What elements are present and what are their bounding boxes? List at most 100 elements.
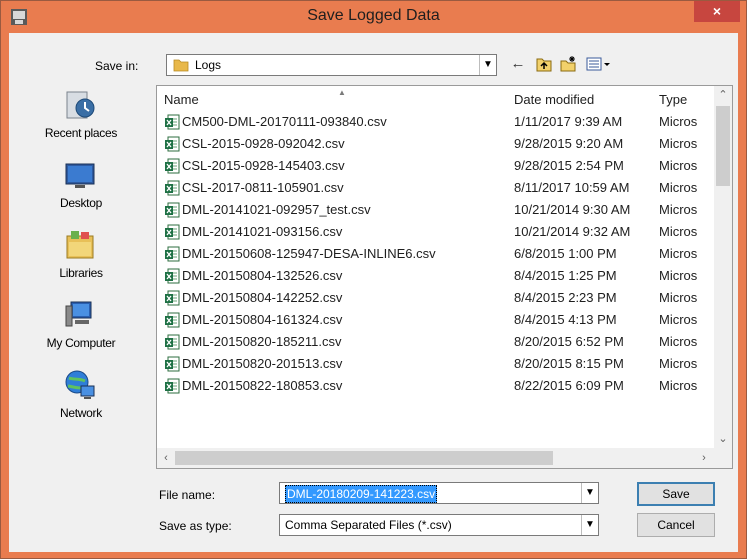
back-arrow-icon[interactable]: ← [509,55,527,73]
file-name-cell: DML-20150608-125947-DESA-INLINE6.csv [182,246,436,261]
chevron-down-icon[interactable]: ▼ [581,515,598,535]
excel-file-icon [164,268,180,284]
file-date-cell: 9/28/2015 9:20 AM [514,136,624,151]
file-date-cell: 8/4/2015 1:25 PM [514,268,617,283]
excel-file-icon [164,158,180,174]
file-row[interactable]: CSL-2015-0928-092042.csv 9/28/2015 9:20 A… [157,133,713,155]
file-list[interactable]: Name ▲ Date modified Type CM500-DML-2017… [156,85,733,469]
excel-file-icon [164,224,180,240]
save-dialog-window: Save Logged Data × Save in: Logs ▼ ← Rec… [0,0,747,559]
file-row[interactable]: CSL-2015-0928-145403.csv 9/28/2015 2:54 P… [157,155,713,177]
new-folder-icon[interactable] [559,55,577,73]
save-in-label: Save in: [95,59,139,73]
excel-file-icon [164,290,180,306]
file-name-value[interactable]: DML-20180209-141223.csv [285,485,438,503]
file-name-cell: CSL-2017-0811-105901.csv [182,180,344,195]
dialog-title: Save Logged Data [307,7,440,24]
file-date-cell: 8/20/2015 8:15 PM [514,356,624,371]
excel-file-icon [164,136,180,152]
save-as-type-value: Comma Separated Files (*.csv) [285,518,452,532]
save-button[interactable]: Save [637,482,715,506]
file-name-cell: CM500-DML-20170111-093840.csv [182,114,387,129]
save-in-value: Logs [195,58,222,72]
close-button[interactable]: × [694,1,740,22]
file-row[interactable]: DML-20141021-093156.csv 10/21/2014 9:32 A… [157,221,713,243]
column-header-name[interactable]: Name [164,92,199,107]
place-network[interactable]: Network [11,366,151,434]
file-name-cell: DML-20141021-092957_test.csv [182,202,371,217]
scroll-down-icon[interactable]: ⌄ [714,430,732,448]
file-row[interactable]: DML-20150804-132526.csv 8/4/2015 1:25 PM M… [157,265,713,287]
folder-icon [173,59,189,72]
cancel-button[interactable]: Cancel [637,513,715,537]
file-date-cell: 8/4/2015 2:23 PM [514,290,617,305]
file-date-cell: 8/22/2015 6:09 PM [514,378,624,393]
sort-arrow-icon: ▲ [338,88,346,97]
place-desktop[interactable]: Desktop [11,156,151,224]
file-type-cell: Micros [659,180,698,195]
file-row[interactable]: DML-20150804-142252.csv 8/4/2015 2:23 PM M… [157,287,713,309]
file-row[interactable]: DML-20150820-185211.csv 8/20/2015 6:52 PM… [157,331,713,353]
file-row[interactable]: CSL-2017-0811-105901.csv 8/11/2017 10:59 … [157,177,713,199]
vertical-scrollbar[interactable]: ⌃ ⌄ [714,86,732,448]
file-date-cell: 8/11/2017 10:59 AM [514,180,630,195]
desktop-icon [65,163,95,188]
file-row[interactable]: DML-20150820-201513.csv 8/20/2015 8:15 PM… [157,353,713,375]
horizontal-scrollbar[interactable]: ‹ › [157,448,732,468]
file-type-cell: Micros [659,136,698,151]
file-row[interactable]: DML-20141021-092957_test.csv 10/21/2014 9… [157,199,713,221]
file-type-cell: Micros [659,224,698,239]
file-name-cell: DML-20150820-185211.csv [182,334,342,349]
view-menu-icon[interactable] [586,55,612,73]
file-row[interactable]: CM500-DML-20170111-093840.csv 1/11/2017 9… [157,111,713,133]
place-libraries[interactable]: Libraries [11,226,151,294]
file-row[interactable]: DML-20150822-180853.csv 8/22/2015 6:09 PM… [157,375,713,397]
scroll-right-icon[interactable]: › [695,449,713,467]
up-folder-icon[interactable] [535,55,553,73]
file-type-cell: Micros [659,246,698,261]
scroll-left-icon[interactable]: ‹ [157,449,175,467]
file-name-input[interactable]: DML-20180209-141223.csv ▼ [279,482,599,504]
file-type-cell: Micros [659,202,698,217]
column-header-type[interactable]: Type [659,92,687,107]
dialog-client-area: Save in: Logs ▼ ← Recent places Desktop … [9,33,738,552]
places-bar: Recent places Desktop Libraries My Compu… [11,86,151,444]
place-my-computer[interactable]: My Computer [11,296,151,364]
place-label: Desktop [60,196,102,210]
save-as-type-label: Save as type: [159,519,232,533]
file-date-cell: 9/28/2015 2:54 PM [514,158,624,173]
excel-file-icon [164,312,180,328]
file-name-cell: DML-20150804-132526.csv [182,268,343,283]
file-type-cell: Micros [659,290,698,305]
save-in-dropdown[interactable]: Logs ▼ [166,54,497,76]
frame-right [738,33,746,558]
chevron-down-icon[interactable]: ▼ [479,55,496,75]
file-type-cell: Micros [659,268,698,283]
place-label: Network [60,406,102,420]
place-label: Libraries [59,266,103,280]
file-row[interactable]: DML-20150608-125947-DESA-INLINE6.csv 6/8/… [157,243,713,265]
save-as-type-dropdown[interactable]: Comma Separated Files (*.csv) ▼ [279,514,599,536]
chevron-down-icon[interactable]: ▼ [581,483,598,503]
file-date-cell: 8/20/2015 6:52 PM [514,334,624,349]
file-type-cell: Micros [659,356,698,371]
place-recent-places[interactable]: Recent places [11,86,151,154]
horizontal-scroll-thumb[interactable] [175,451,553,465]
excel-file-icon [164,378,180,394]
scroll-up-icon[interactable]: ⌃ [714,86,732,104]
vertical-scroll-thumb[interactable] [716,106,730,186]
column-header-date[interactable]: Date modified [514,92,594,107]
file-row[interactable]: DML-20150804-161324.csv 8/4/2015 4:13 PM M… [157,309,713,331]
file-type-cell: Micros [659,378,698,393]
file-name-cell: CSL-2015-0928-145403.csv [182,158,345,173]
excel-file-icon [164,356,180,372]
file-type-cell: Micros [659,114,698,129]
title-bar[interactable]: Save Logged Data × [1,1,746,33]
excel-file-icon [164,246,180,262]
excel-file-icon [164,202,180,218]
file-name-cell: DML-20150804-161324.csv [182,312,343,327]
excel-file-icon [164,180,180,196]
file-date-cell: 10/21/2014 9:32 AM [514,224,631,239]
file-name-cell: DML-20150822-180853.csv [182,378,343,393]
file-type-cell: Micros [659,312,698,327]
